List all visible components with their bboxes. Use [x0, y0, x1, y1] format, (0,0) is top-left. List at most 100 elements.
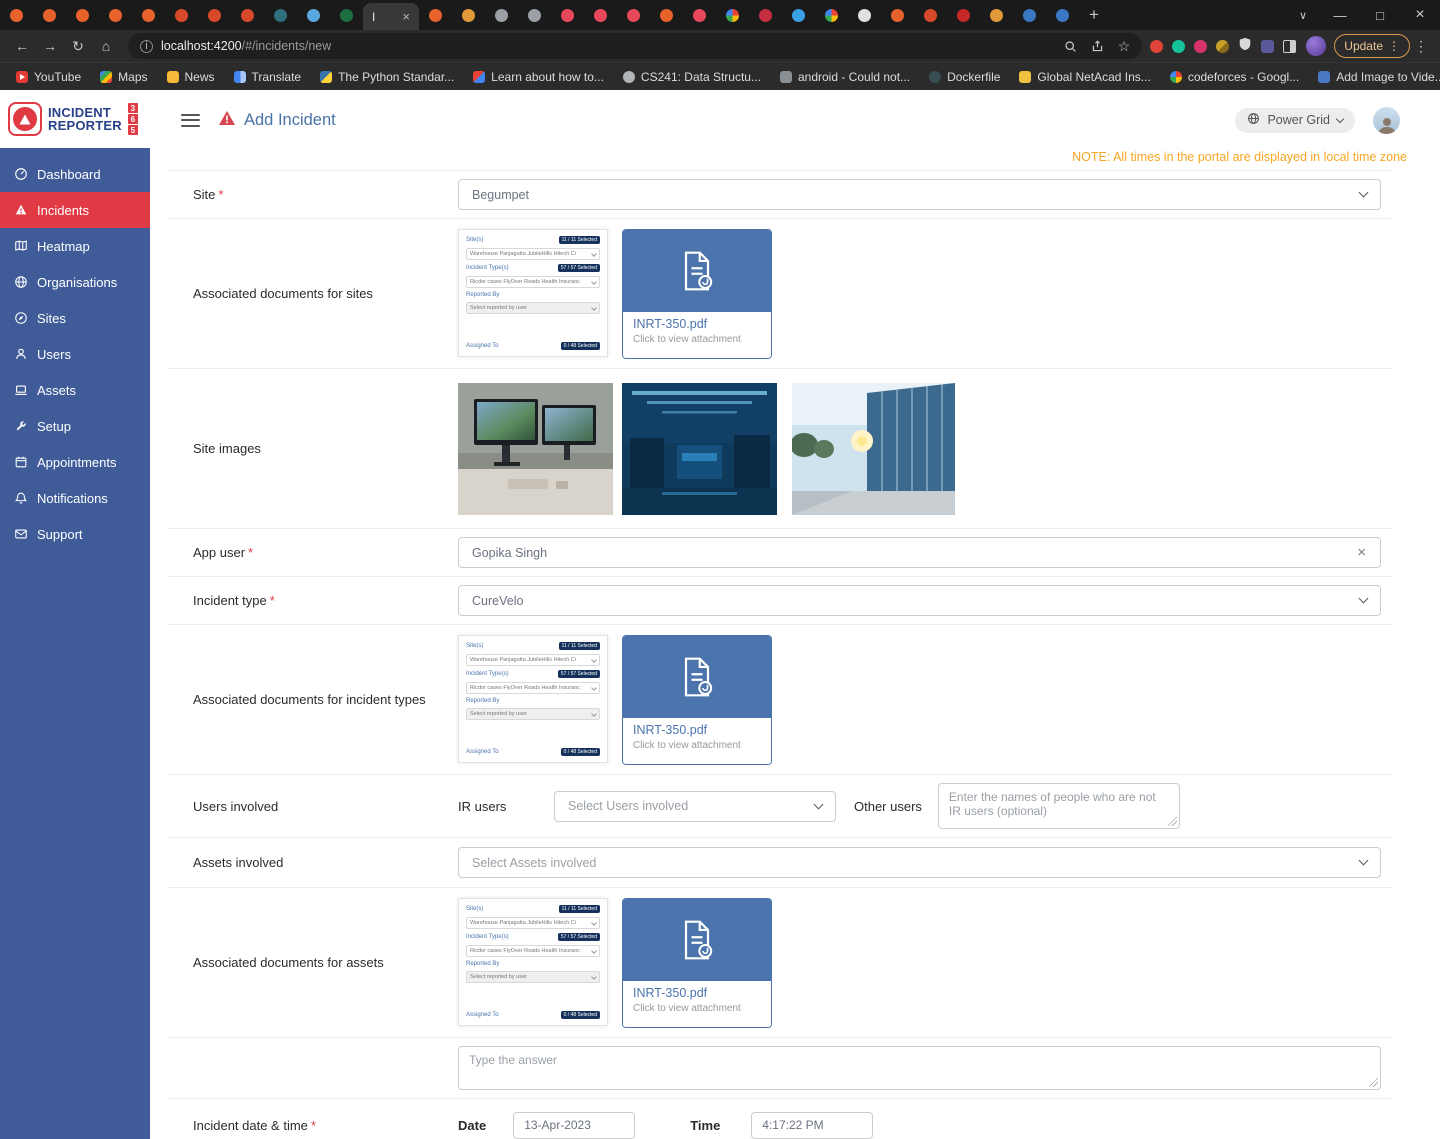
share-icon[interactable] [1091, 40, 1104, 53]
site-select[interactable]: Begumpet [458, 179, 1381, 210]
app-logo[interactable]: INCIDENT REPORTER 3 6 5 [0, 90, 150, 148]
docs-pinned-tab[interactable] [1046, 0, 1079, 30]
home-icon[interactable]: ⌂ [92, 33, 120, 59]
document-preview-thumbnail[interactable]: Site(s)11 / 11 Selected Warehouse Panjag… [458, 635, 608, 763]
site-image-building[interactable] [792, 383, 955, 515]
brave-pinned-tab[interactable] [132, 0, 165, 30]
bookmark-dockerfile[interactable]: Dockerfile [929, 70, 1000, 84]
docs-pinned-tab[interactable] [1013, 0, 1046, 30]
cloud-pinned-tab[interactable] [297, 0, 330, 30]
bookmark-cs241[interactable]: CS241: Data Structu... [623, 70, 761, 84]
brave-pinned-tab[interactable] [66, 0, 99, 30]
extension-green-icon[interactable] [1172, 40, 1185, 53]
answer-textarea[interactable] [458, 1046, 1381, 1090]
sidebar-item-assets[interactable]: Assets [0, 372, 150, 408]
extension-pink-icon[interactable] [1194, 40, 1207, 53]
site-image-factory[interactable] [622, 383, 777, 515]
date-input[interactable] [513, 1112, 635, 1139]
user-avatar[interactable] [1373, 107, 1400, 134]
browser-menu-icon[interactable]: ⋮ [1410, 38, 1432, 55]
firefox-pinned-tab[interactable] [165, 0, 198, 30]
bookmark-star-icon[interactable]: ☆ [1118, 38, 1131, 55]
paw-pinned-tab[interactable] [683, 0, 716, 30]
play-pinned-tab[interactable] [782, 0, 815, 30]
active-tab[interactable]: I × [363, 3, 419, 30]
extension-pen-icon[interactable] [1216, 40, 1229, 53]
bookmark-maps[interactable]: Maps [100, 70, 147, 84]
sidebar-item-users[interactable]: Users [0, 336, 150, 372]
bookmark-addimage[interactable]: Add Image to Vide... [1318, 70, 1440, 84]
extension-red-icon[interactable] [1150, 40, 1163, 53]
tab-close-icon[interactable]: × [402, 9, 410, 24]
resize-grip-icon[interactable] [1369, 1078, 1378, 1087]
assets-select[interactable]: Select Assets involved [458, 847, 1381, 878]
bookmark-youtube[interactable]: YouTube [16, 70, 81, 84]
bookmark-translate[interactable]: Translate [234, 70, 302, 84]
maximize-button[interactable]: □ [1360, 0, 1400, 30]
sidebar-item-incidents[interactable]: Incidents [0, 192, 150, 228]
extension-puzzle-icon[interactable] [1261, 40, 1274, 53]
bookmark-learn[interactable]: Learn about how to... [473, 70, 604, 84]
app-user-input[interactable] [472, 546, 1349, 560]
bookmark-android[interactable]: android - Could not... [780, 70, 910, 84]
firefox-pinned-tab[interactable] [231, 0, 264, 30]
bookmark-codeforces[interactable]: codeforces - Googl... [1170, 70, 1299, 84]
sidebar-item-dashboard[interactable]: Dashboard [0, 156, 150, 192]
globe-pinned-tab[interactable] [518, 0, 551, 30]
menu-toggle-icon[interactable] [181, 114, 200, 127]
firefox-pinned-tab[interactable] [914, 0, 947, 30]
sidebar-item-sites[interactable]: Sites [0, 300, 150, 336]
forward-icon[interactable]: → [36, 33, 64, 59]
update-button[interactable]: Update ⋮ [1334, 34, 1410, 58]
other-users-textarea[interactable] [938, 783, 1180, 829]
sidebar-item-setup[interactable]: Setup [0, 408, 150, 444]
site-image-office[interactable] [458, 383, 613, 515]
minimize-button[interactable]: — [1320, 0, 1360, 30]
sidebar-item-organisations[interactable]: Organisations [0, 264, 150, 300]
firefox-pinned-tab[interactable] [198, 0, 231, 30]
url-input[interactable]: i localhost:4200/#/incidents/new ☆ [128, 33, 1142, 59]
back-icon[interactable]: ← [8, 33, 36, 59]
attachment-card[interactable]: INRT-350.pdf Click to view attachment [622, 635, 772, 765]
browser-profile-avatar[interactable] [1306, 36, 1326, 56]
incident-type-select[interactable]: CureVelo [458, 585, 1381, 616]
chrome-pinned-tab[interactable] [716, 0, 749, 30]
brave-pinned-tab[interactable] [650, 0, 683, 30]
paw-pinned-tab[interactable] [617, 0, 650, 30]
document-preview-thumbnail[interactable]: Site(s)11 / 11 Selected Warehouse Panjag… [458, 229, 608, 357]
attachment-card[interactable]: INRT-350.pdf Click to view attachment [622, 898, 772, 1028]
bookmark-netacad[interactable]: Global NetAcad Ins... [1019, 70, 1150, 84]
orange-pinned-tab[interactable] [980, 0, 1013, 30]
close-button[interactable]: × [1400, 0, 1440, 30]
paw-pinned-tab[interactable] [551, 0, 584, 30]
document-preview-thumbnail[interactable]: Site(s)11 / 11 Selected Warehouse Panjag… [458, 898, 608, 1026]
chrome-pinned-tab[interactable] [815, 0, 848, 30]
tab-search-chevron-icon[interactable]: ∨ [1286, 9, 1320, 22]
orange-pinned-tab[interactable] [452, 0, 485, 30]
split-screen-icon[interactable] [1283, 40, 1296, 53]
flag-pinned-tab[interactable] [848, 0, 881, 30]
sidebar-item-appointments[interactable]: Appointments [0, 444, 150, 480]
clear-icon[interactable]: × [1349, 544, 1374, 561]
globe-pinned-tab[interactable] [485, 0, 518, 30]
brave-pinned-tab[interactable] [881, 0, 914, 30]
paw-pinned-tab[interactable] [584, 0, 617, 30]
sidebar-item-support[interactable]: Support [0, 516, 150, 552]
reload-icon[interactable]: ↻ [64, 33, 92, 59]
brave-pinned-tab[interactable] [99, 0, 132, 30]
time-input[interactable] [751, 1112, 873, 1139]
new-tab-button[interactable]: + [1079, 1, 1109, 29]
search-icon[interactable] [1064, 40, 1077, 53]
resize-grip-icon[interactable] [1168, 817, 1177, 826]
org-selector[interactable]: Power Grid [1235, 108, 1355, 133]
brave-pinned-tab[interactable] [419, 0, 452, 30]
camera-pinned-tab[interactable] [749, 0, 782, 30]
bookmark-news[interactable]: News [167, 70, 215, 84]
attachment-card[interactable]: INRT-350.pdf Click to view attachment [622, 229, 772, 359]
site-info-icon[interactable]: i [140, 40, 153, 53]
sidebar-item-notifications[interactable]: Notifications [0, 480, 150, 516]
sidebar-item-heatmap[interactable]: Heatmap [0, 228, 150, 264]
red-pinned-tab[interactable] [947, 0, 980, 30]
code-pinned-tab[interactable] [264, 0, 297, 30]
brave-pinned-tab[interactable] [33, 0, 66, 30]
